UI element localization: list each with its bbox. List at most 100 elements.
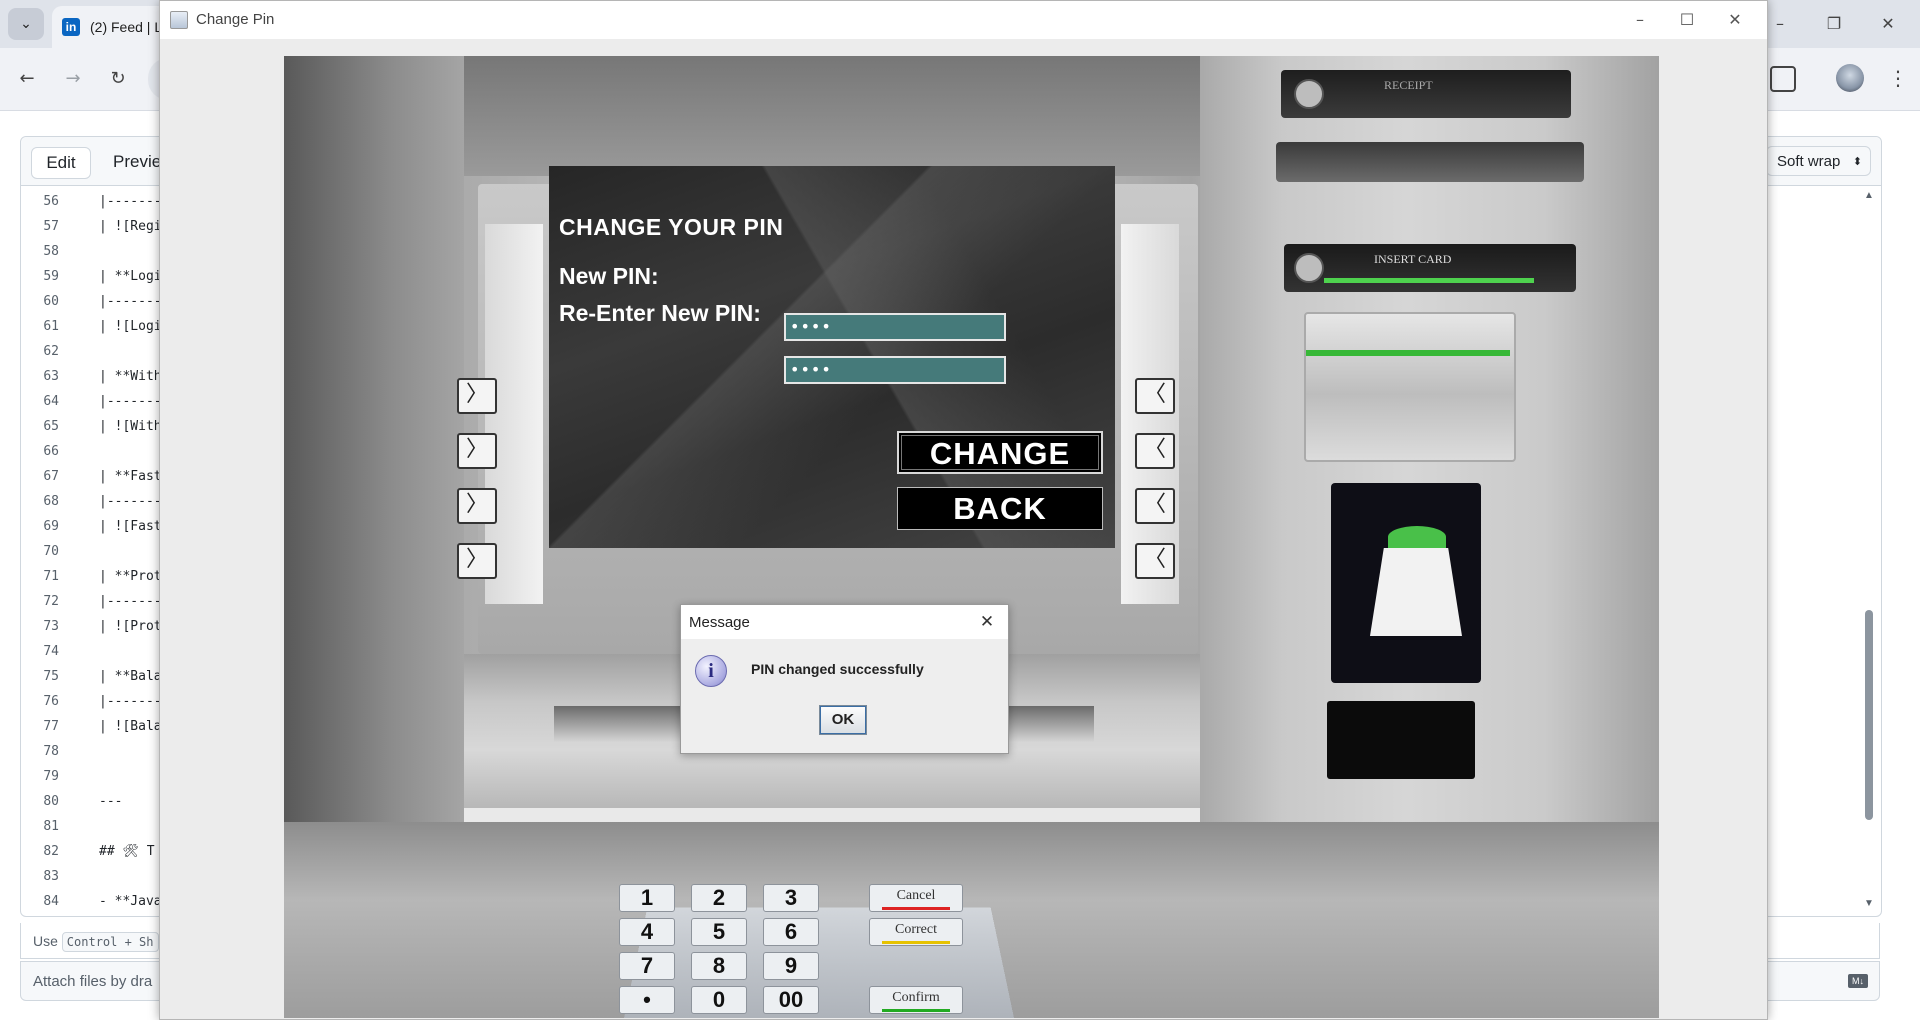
atm-screen: CHANGE YOUR PIN New PIN: Re-Enter New PI… xyxy=(549,166,1115,548)
line-text: | ![With xyxy=(99,414,162,439)
line-number: 61 xyxy=(21,314,59,339)
soft-wrap-label: Soft wrap xyxy=(1777,153,1840,170)
extensions-icon[interactable] xyxy=(1770,66,1796,92)
window-titlebar: Change Pin – ☐ ✕ xyxy=(160,1,1767,39)
line-number: 56 xyxy=(21,189,59,214)
editor-scrollbar-thumb[interactable] xyxy=(1865,610,1873,820)
line-text: |------- xyxy=(99,389,162,414)
line-number: 81 xyxy=(21,814,59,839)
reload-icon[interactable]: ↻ xyxy=(103,64,133,94)
receipt-slot-label: RECEIPT xyxy=(1384,78,1433,93)
keypad-key: 7 xyxy=(619,952,675,980)
message-dialog: Message ✕ i PIN changed successfully OK xyxy=(680,604,1009,754)
left-key-2-chevron-right-icon: 〉 xyxy=(457,433,497,469)
keypad-key: 8 xyxy=(691,952,747,980)
deposit-slot xyxy=(1276,142,1584,182)
reenter-pin-label: Re-Enter New PIN: xyxy=(559,300,761,327)
line-number: 69 xyxy=(21,514,59,539)
keypad-correct-color-bar xyxy=(882,941,950,944)
line-text: --- xyxy=(99,789,122,814)
line-text: ## 🛠 T xyxy=(99,839,155,864)
line-text: |------- xyxy=(99,189,162,214)
minimize-icon[interactable]: – xyxy=(1617,5,1663,35)
keypad-key: 0 xyxy=(691,986,747,1014)
keypad-key: 1 xyxy=(619,884,675,912)
line-number: 63 xyxy=(21,364,59,389)
right-key-3-chevron-left-icon: 〈 xyxy=(1135,488,1175,524)
tab-search-dropdown-icon[interactable]: ⌄ xyxy=(8,8,44,40)
line-text: | ![Fast xyxy=(99,514,162,539)
line-number: 72 xyxy=(21,589,59,614)
line-number: 62 xyxy=(21,339,59,364)
right-key-2-chevron-left-icon: 〈 xyxy=(1135,433,1175,469)
browser-menu-icon[interactable]: ⋮ xyxy=(1888,64,1900,92)
line-text: - **Java xyxy=(99,889,162,914)
line-number: 76 xyxy=(21,689,59,714)
tab-edit[interactable]: Edit xyxy=(31,147,91,179)
left-key-3-chevron-right-icon: 〉 xyxy=(457,488,497,524)
change-pin-window: Change Pin – ☐ ✕ RECEIPT INSERT CARD 〉 〉… xyxy=(159,0,1768,1020)
line-number: 67 xyxy=(21,464,59,489)
line-number: 80 xyxy=(21,789,59,814)
back-arrow-icon[interactable]: ← xyxy=(12,64,42,94)
line-text: | **Prot xyxy=(99,564,162,589)
left-key-1-chevron-right-icon: 〉 xyxy=(457,378,497,414)
editor-scroll-up-icon[interactable]: ▲ xyxy=(1864,190,1874,201)
line-number: 75 xyxy=(21,664,59,689)
keypad-confirm-label: Confirm xyxy=(870,987,962,1009)
hint-text: Use xyxy=(33,933,58,949)
keyboard-shortcut: Control + Sh xyxy=(62,932,159,952)
keypad-cancel-key: Cancel xyxy=(869,884,963,912)
change-button[interactable]: CHANGE xyxy=(897,431,1103,474)
browser-restore-icon[interactable]: ❐ xyxy=(1814,10,1854,38)
line-number: 70 xyxy=(21,539,59,564)
line-number: 60 xyxy=(21,289,59,314)
line-text: | **Fast xyxy=(99,464,162,489)
line-number: 71 xyxy=(21,564,59,589)
card-slot-label: INSERT CARD xyxy=(1374,252,1451,267)
line-number: 58 xyxy=(21,239,59,264)
close-icon[interactable]: ✕ xyxy=(1712,5,1758,35)
keypad-key: 3 xyxy=(763,884,819,912)
line-number: 68 xyxy=(21,489,59,514)
new-pin-field[interactable]: •••• xyxy=(784,313,1006,341)
line-number: 78 xyxy=(21,739,59,764)
markdown-icon: M↓ xyxy=(1848,974,1868,988)
keypad-correct-key: Correct xyxy=(869,918,963,946)
right-key-1-chevron-left-icon: 〈 xyxy=(1135,378,1175,414)
maximize-icon[interactable]: ☐ xyxy=(1664,5,1710,35)
soft-wrap-select[interactable]: Soft wrap ⬍ xyxy=(1766,146,1871,176)
reenter-pin-field[interactable]: •••• xyxy=(784,356,1006,384)
keypad-cancel-color-bar xyxy=(882,907,950,910)
editor-scroll-down-icon[interactable]: ▼ xyxy=(1864,898,1874,909)
line-text: | ![Bala xyxy=(99,714,162,739)
card-slot-led xyxy=(1324,278,1534,283)
info-icon: i xyxy=(695,655,727,687)
line-number: 65 xyxy=(21,414,59,439)
select-arrows-icon: ⬍ xyxy=(1853,147,1862,177)
back-button[interactable]: BACK xyxy=(897,487,1103,530)
dialog-close-icon[interactable]: ✕ xyxy=(974,609,1000,635)
cash-dispenser xyxy=(1304,312,1516,462)
keypad-key: 9 xyxy=(763,952,819,980)
ok-button[interactable]: OK xyxy=(819,705,867,735)
window-title: Change Pin xyxy=(196,11,274,28)
atm-lower-slot xyxy=(1327,701,1475,779)
attach-files-label: Attach files by dra xyxy=(33,973,152,990)
keypad-key: 5 xyxy=(691,918,747,946)
browser-tab-title: (2) Feed | L xyxy=(90,19,162,35)
line-text: | **Logi xyxy=(99,264,162,289)
browser-close-icon[interactable]: ✕ xyxy=(1868,10,1908,38)
java-app-icon xyxy=(170,11,188,29)
tab-preview[interactable]: Previe xyxy=(113,147,161,177)
line-number: 74 xyxy=(21,639,59,664)
keypad-key: • xyxy=(619,986,675,1014)
line-text: |------- xyxy=(99,689,162,714)
keypad-cancel-label: Cancel xyxy=(870,885,962,907)
line-number: 82 xyxy=(21,839,59,864)
line-number: 64 xyxy=(21,389,59,414)
keypad-confirm-color-bar xyxy=(882,1009,950,1012)
line-number: 84 xyxy=(21,889,59,914)
forward-arrow-icon[interactable]: → xyxy=(58,64,88,94)
profile-avatar[interactable] xyxy=(1836,64,1864,92)
